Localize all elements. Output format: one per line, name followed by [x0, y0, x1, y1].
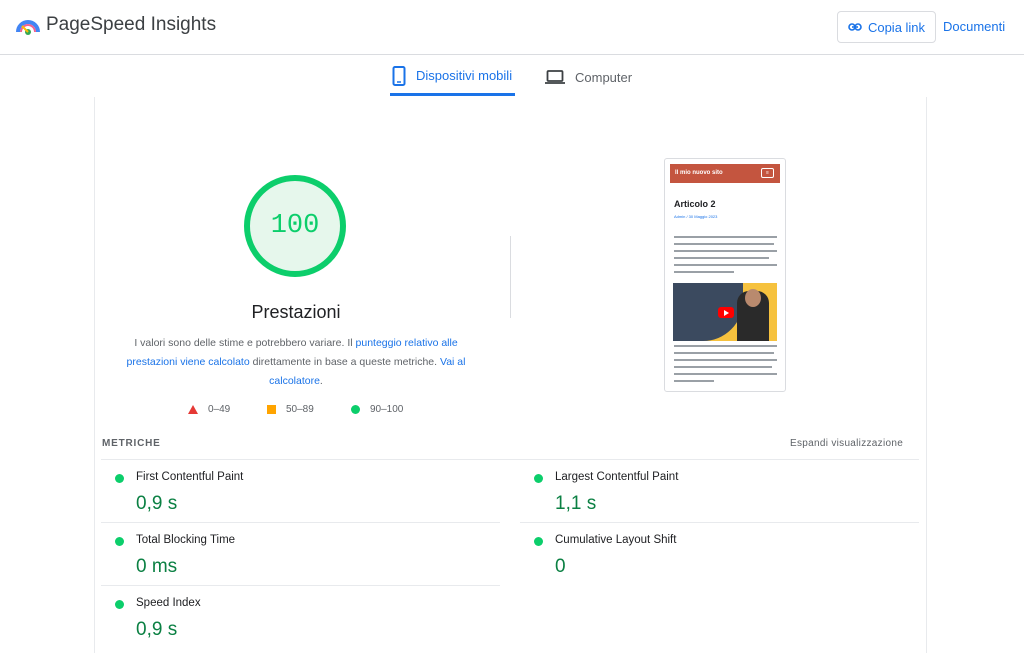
pass-indicator-icon: [115, 600, 124, 609]
video-person-head: [745, 289, 761, 307]
metric-cumulative-layout-shift: Cumulative Layout Shift 0: [521, 523, 881, 583]
green-circle-icon: [351, 405, 360, 414]
red-triangle-icon: [188, 405, 198, 414]
metric-name: Speed Index: [136, 597, 201, 609]
preview-text-line: [674, 257, 769, 259]
preview-site-header: Il mio nuovo sito ≡: [670, 164, 780, 183]
preview-text-line: [674, 250, 777, 252]
metric-speed-index: Speed Index 0,9 s: [102, 586, 462, 646]
pass-indicator-icon: [534, 474, 543, 483]
top-bar: PageSpeed Insights Copia link Documenti: [0, 0, 1024, 55]
legend-fail: 0–49: [188, 404, 230, 415]
hamburger-icon: ≡: [761, 168, 774, 178]
tab-desktop[interactable]: Computer: [545, 58, 632, 96]
smartphone-icon: [392, 65, 406, 86]
desc-text-2: direttamente in base a queste metriche.: [249, 356, 440, 368]
preview-text-line: [674, 236, 777, 238]
preview-article-title: Articolo 2: [674, 199, 716, 209]
preview-text-line: [674, 359, 777, 361]
play-icon: [718, 307, 734, 318]
metric-value: 0,9 s: [136, 619, 178, 640]
legend-pass: 90–100: [351, 404, 403, 415]
metric-value: 1,1 s: [555, 493, 597, 514]
tab-mobile[interactable]: Dispositivi mobili: [390, 58, 515, 96]
pass-indicator-icon: [534, 537, 543, 546]
metric-value: 0 ms: [136, 556, 178, 577]
preview-text-line: [674, 264, 777, 266]
legend-average: 50–89: [267, 404, 314, 415]
preview-article-meta: Admin / 30 Maggio 2023: [674, 214, 718, 219]
preview-text-line: [674, 352, 774, 354]
metric-name: First Contentful Paint: [136, 471, 244, 483]
legend-pass-label: 90–100: [370, 404, 404, 415]
tab-desktop-label: Computer: [575, 69, 633, 85]
pass-indicator-icon: [115, 537, 124, 546]
pagespeed-logo-icon[interactable]: [16, 14, 40, 38]
link-icon: [848, 23, 862, 31]
metric-largest-contentful-paint: Largest Contentful Paint 1,1 s: [521, 460, 881, 520]
legend-average-label: 50–89: [286, 404, 314, 415]
desc-text-1: I valori sono delle stime e potrebbero v…: [134, 337, 356, 349]
preview-text-line: [674, 373, 777, 375]
performance-gauge: 100: [244, 175, 346, 277]
preview-text-line: [674, 380, 714, 382]
preview-text-line: [674, 366, 772, 368]
preview-text-line: [674, 345, 777, 347]
performance-label: Prestazioni: [251, 302, 341, 322]
divider: [510, 236, 511, 318]
pass-indicator-icon: [115, 474, 124, 483]
metric-name: Total Blocking Time: [136, 534, 236, 546]
expand-view-toggle[interactable]: Espandi visualizzazione: [790, 438, 903, 449]
docs-link[interactable]: Documenti: [943, 19, 1005, 34]
performance-score: 100: [270, 211, 320, 241]
metric-value: 0,9 s: [136, 493, 178, 514]
metric-name: Cumulative Layout Shift: [555, 534, 677, 546]
copy-link-button[interactable]: Copia link: [837, 11, 936, 43]
preview-text-line: [674, 243, 774, 245]
app-title[interactable]: PageSpeed Insights: [46, 14, 216, 36]
metric-name: Largest Contentful Paint: [555, 471, 679, 483]
orange-square-icon: [267, 405, 276, 414]
metric-value: 0: [555, 556, 566, 577]
final-screenshot-thumbnail: Il mio nuovo sito ≡ Articolo 2 Admin / 3…: [664, 158, 786, 392]
laptop-icon: [545, 70, 565, 84]
preview-video-thumbnail: [673, 283, 777, 341]
metrics-heading: METRICHE: [102, 438, 161, 449]
preview-site-title: Il mio nuovo sito: [675, 170, 723, 176]
score-description: I valori sono delle stime e potrebbero v…: [122, 334, 470, 391]
tab-mobile-label: Dispositivi mobili: [416, 68, 513, 83]
desc-text-3: .: [319, 375, 323, 387]
preview-text-line: [674, 271, 734, 273]
metric-first-contentful-paint: First Contentful Paint 0,9 s: [102, 460, 462, 520]
legend-fail-label: 0–49: [208, 404, 231, 415]
metric-total-blocking-time: Total Blocking Time 0 ms: [102, 523, 462, 583]
copy-link-label: Copia link: [867, 19, 926, 35]
